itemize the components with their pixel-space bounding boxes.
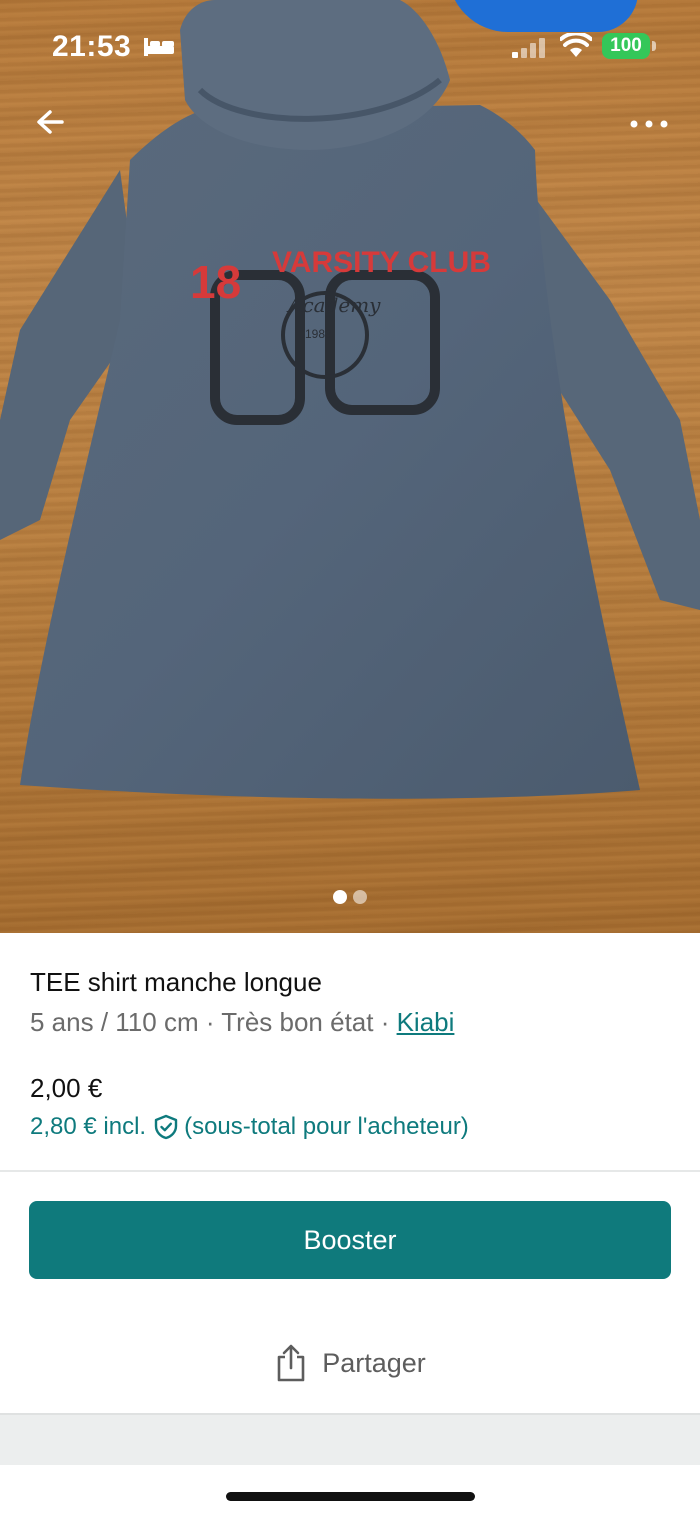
shirt-image: 18 VARSITY CLUB Academy 1983 bbox=[0, 0, 700, 799]
item-meta: 5 ans / 110 cm · Très bon état · Kiabi bbox=[30, 1007, 454, 1038]
share-icon bbox=[277, 1344, 305, 1382]
print-text-top: VARSITY CLUB bbox=[272, 246, 491, 279]
share-button[interactable]: Partager bbox=[0, 1335, 700, 1391]
item-size-condition: 5 ans / 110 cm · Très bon état · bbox=[30, 1007, 397, 1037]
buyer-price-line[interactable]: 2,80 € incl. (sous-total pour l'acheteur… bbox=[30, 1113, 469, 1141]
more-options-icon[interactable] bbox=[624, 106, 674, 142]
cellular-signal-icon bbox=[512, 38, 545, 58]
divider bbox=[0, 1170, 700, 1172]
section-separator bbox=[0, 1415, 700, 1465]
battery-indicator: 100 bbox=[602, 33, 650, 59]
photo-pager bbox=[0, 890, 700, 906]
share-label: Partager bbox=[322, 1347, 426, 1378]
booster-button[interactable]: Booster bbox=[29, 1201, 671, 1279]
sleep-bed-icon bbox=[144, 38, 174, 56]
battery-tip bbox=[652, 41, 656, 51]
home-indicator[interactable] bbox=[226, 1492, 475, 1501]
print-script: Academy bbox=[286, 293, 381, 317]
status-time: 21:53 bbox=[52, 30, 132, 63]
pager-dot-2[interactable] bbox=[353, 890, 367, 904]
item-price: 2,00 € bbox=[30, 1073, 103, 1103]
pager-dot-1[interactable] bbox=[333, 890, 347, 904]
price-incl: 2,80 € incl. bbox=[30, 1113, 147, 1140]
brand-link[interactable]: Kiabi bbox=[397, 1007, 455, 1037]
back-arrow-icon[interactable] bbox=[28, 100, 72, 144]
item-title: TEE shirt manche longue bbox=[30, 967, 322, 997]
wifi-icon bbox=[560, 33, 592, 57]
print-number-small: 18 bbox=[190, 256, 241, 308]
product-photo[interactable]: 18 VARSITY CLUB Academy 1983 21:53 100 bbox=[0, 0, 700, 933]
buyer-protection-shield-icon bbox=[154, 1114, 178, 1140]
status-bar: 21:53 100 bbox=[0, 0, 700, 94]
price-incl-note: (sous-total pour l'acheteur) bbox=[184, 1113, 469, 1140]
print-year: 1983 bbox=[305, 327, 332, 341]
